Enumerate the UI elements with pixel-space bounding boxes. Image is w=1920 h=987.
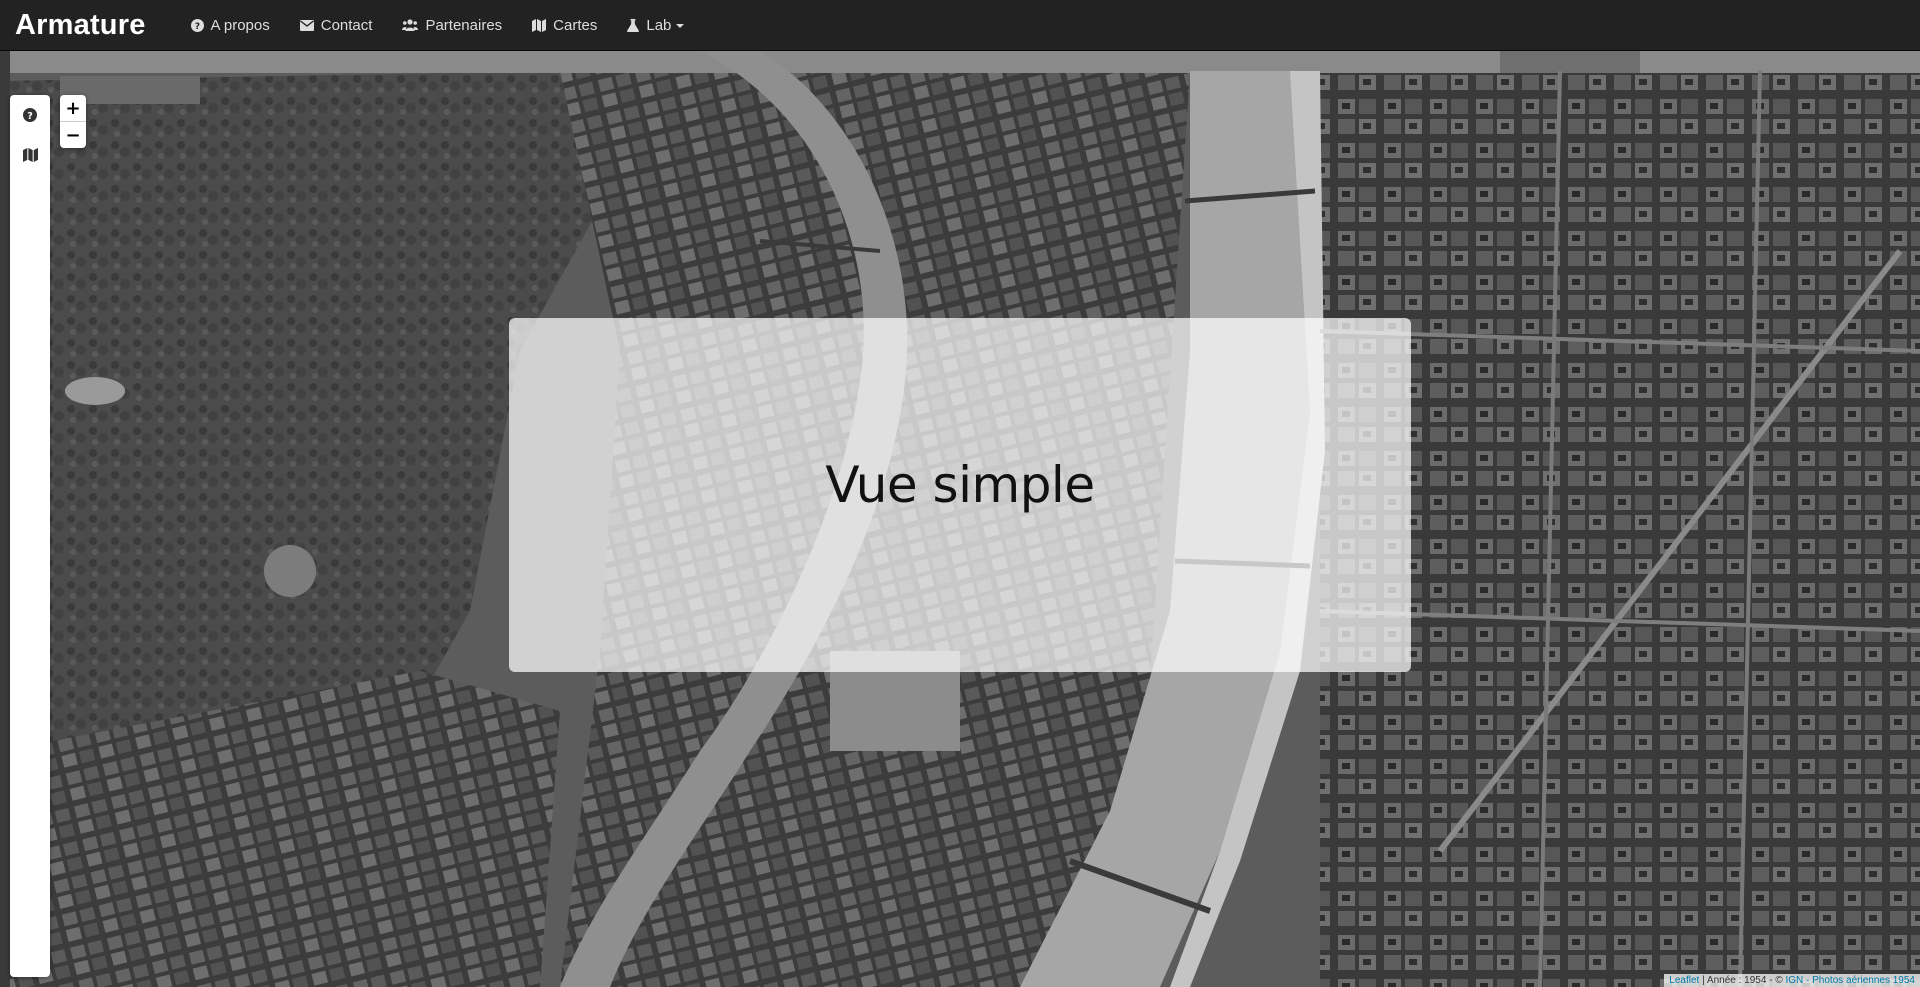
brand-logo[interactable]: Armature — [0, 9, 161, 42]
zoom-control: + − — [60, 95, 86, 148]
svg-text:?: ? — [194, 21, 199, 31]
map-icon — [532, 18, 547, 32]
overlay-title: Vue simple — [825, 456, 1095, 514]
map-icon — [22, 148, 38, 162]
map-container[interactable]: ? + − Vue simple Leaflet | Année : 1954 … — [0, 51, 1920, 987]
nav-item-contact[interactable]: Contact — [285, 0, 388, 51]
attribution-text: | Année : 1954 - © — [1699, 975, 1786, 986]
question-circle-icon: ? — [190, 18, 204, 32]
nav-item-a-propos[interactable]: ? A propos — [176, 0, 285, 51]
nav-item-label: Lab — [646, 16, 672, 34]
sidebar-tab-help[interactable]: ? — [10, 95, 50, 135]
nav-item-partenaires[interactable]: Partenaires — [387, 0, 517, 51]
leaflet-link[interactable]: Leaflet — [1669, 975, 1699, 986]
envelope-icon — [299, 19, 314, 31]
nav-item-label: A propos — [210, 16, 270, 34]
question-circle-icon: ? — [23, 108, 37, 122]
navbar: Armature ? A propos Contact Partenaires … — [0, 0, 1920, 51]
flask-icon — [627, 18, 640, 32]
zoom-in-button[interactable]: + — [60, 95, 86, 121]
nav-item-label: Partenaires — [425, 16, 503, 34]
nav-item-lab[interactable]: Lab — [612, 0, 699, 51]
svg-text:?: ? — [27, 111, 33, 122]
zoom-out-button[interactable]: − — [60, 121, 86, 148]
map-attribution: Leaflet | Année : 1954 - © IGN - Photos … — [1664, 974, 1920, 987]
view-mode-overlay: Vue simple — [509, 318, 1411, 672]
sidebar-tab-maps[interactable] — [10, 135, 50, 175]
caret-down-icon — [676, 24, 685, 28]
nav-item-label: Cartes — [553, 16, 598, 34]
ign-link[interactable]: IGN - Photos aériennes 1954 — [1785, 975, 1915, 986]
users-icon — [402, 19, 419, 31]
nav-menu: ? A propos Contact Partenaires Cartes La… — [176, 0, 700, 51]
nav-item-label: Contact — [320, 16, 373, 34]
sidebar-panel: ? — [10, 95, 50, 977]
nav-item-cartes[interactable]: Cartes — [517, 0, 612, 51]
